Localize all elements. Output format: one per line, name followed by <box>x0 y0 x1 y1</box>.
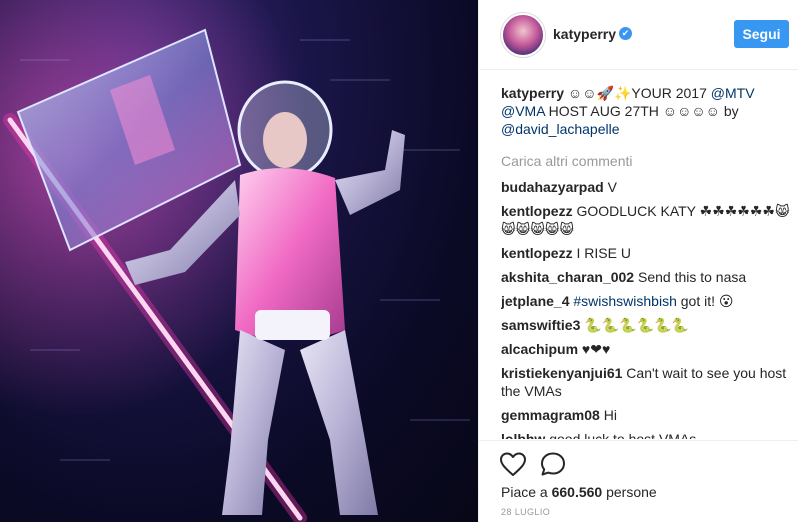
caption-text: ☺☺🚀✨YOUR 2017 <box>564 85 711 101</box>
comment-username[interactable]: kentlopezz <box>501 203 573 219</box>
likes-suffix: persone <box>602 484 657 500</box>
post-photo[interactable] <box>0 0 478 522</box>
comment-text: Hi <box>599 407 617 423</box>
comment-username[interactable]: kentlopezz <box>501 245 573 261</box>
mention-link[interactable]: @MTV <box>711 85 755 101</box>
follow-button[interactable]: Segui <box>734 20 789 48</box>
post-sidebar: katyperry ✔ Segui katyperry ☺☺🚀✨YOUR 201… <box>478 0 798 522</box>
post-caption: katyperry ☺☺🚀✨YOUR 2017 @MTV @VMA HOST A… <box>501 84 791 138</box>
comment: kentlopezz I RISE U <box>501 244 791 262</box>
comment-username[interactable]: budahazyarpad <box>501 179 604 195</box>
comment-text: I RISE U <box>572 245 631 261</box>
mention-link[interactable]: @VMA <box>501 103 545 119</box>
comment: jetplane_4 #swishswishbish got it! 😮 <box>501 292 791 310</box>
comment: lolbhw good luck to host VMAs <box>501 430 791 439</box>
avatar[interactable] <box>501 13 545 57</box>
mention-link[interactable]: @david_lachapelle <box>501 121 620 137</box>
likes-count[interactable]: Piace a 660.560 persone <box>501 484 657 500</box>
heart-icon[interactable] <box>499 451 527 477</box>
comment: budahazyarpad V <box>501 178 791 196</box>
comment-icon[interactable] <box>539 451 567 477</box>
comment-text: good luck to host VMAs <box>545 431 697 439</box>
load-more-comments-link[interactable]: Carica altri commenti <box>501 152 791 170</box>
post-date[interactable]: 28 LUGLIO <box>501 507 550 517</box>
comment-text: 🐍🐍🐍🐍🐍🐍 <box>580 317 689 333</box>
comment: samswiftie3 🐍🐍🐍🐍🐍🐍 <box>501 316 791 334</box>
username-link[interactable]: katyperry <box>553 26 616 42</box>
hashtag-link[interactable]: #swishswishbish <box>573 293 676 309</box>
caption-text: HOST AUG 27TH ☺☺☺☺ by <box>544 103 739 119</box>
comment-username[interactable]: gemmagram08 <box>501 407 600 423</box>
comment-username[interactable]: alcachipum <box>501 341 578 357</box>
post-actions: Piace a 660.560 persone 28 LUGLIO <box>479 440 798 522</box>
comment-username[interactable]: kristiekenyanjui61 <box>501 365 622 381</box>
comment-text: ♥❤♥ <box>578 341 611 357</box>
comment-username[interactable]: jetplane_4 <box>501 293 569 309</box>
comment: akshita_charan_002 Send this to nasa <box>501 268 791 286</box>
comment-text: Send this to nasa <box>634 269 747 285</box>
comment: kentlopezz GOODLUCK KATY ☘☘☘☘☘☘😸😸😸😸😸😸 <box>501 202 791 238</box>
post-header: katyperry ✔ Segui <box>479 0 798 70</box>
photo-illustration <box>0 0 478 522</box>
comment-username[interactable]: lolbhw <box>501 431 545 439</box>
comment-text: V <box>603 179 617 195</box>
likes-number: 660.560 <box>551 484 603 500</box>
comment: gemmagram08 Hi <box>501 406 791 424</box>
comments-list[interactable]: katyperry ☺☺🚀✨YOUR 2017 @MTV @VMA HOST A… <box>501 84 791 439</box>
comment: kristiekenyanjui61 Can't wait to see you… <box>501 364 791 400</box>
comment-username[interactable]: akshita_charan_002 <box>501 269 634 285</box>
likes-prefix: Piace a <box>501 484 552 500</box>
comment: alcachipum ♥❤♥ <box>501 340 791 358</box>
comment-text: got it! 😮 <box>676 293 734 309</box>
caption-username[interactable]: katyperry <box>501 85 564 101</box>
verified-icon: ✔ <box>619 27 632 40</box>
comment-username[interactable]: samswiftie3 <box>501 317 580 333</box>
